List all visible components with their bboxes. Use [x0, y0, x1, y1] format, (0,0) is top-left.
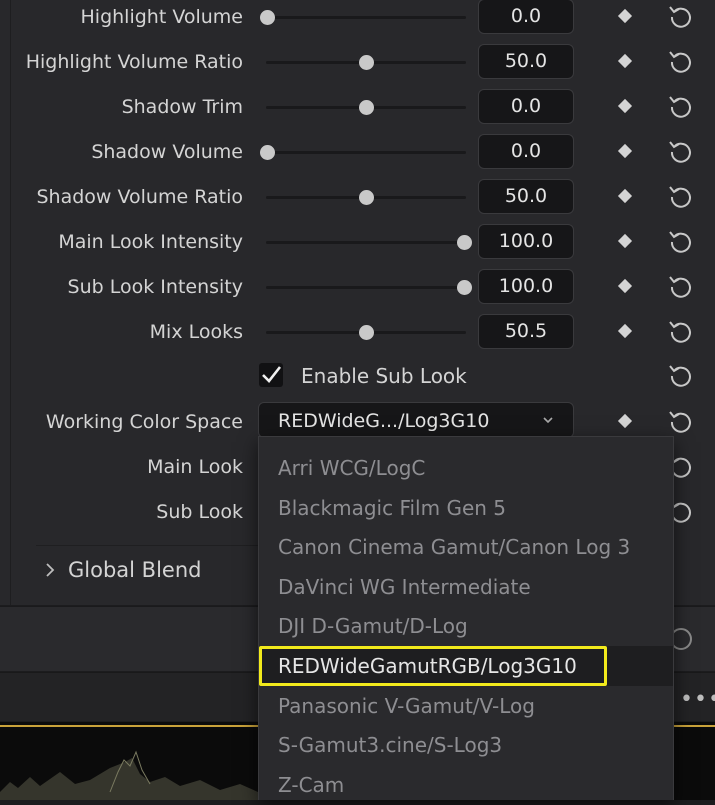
reset-icon[interactable]: [667, 48, 695, 76]
global-blend-section[interactable]: Global Blend: [36, 545, 276, 594]
param-slider[interactable]: [266, 55, 466, 70]
diamond-keyframe-icon[interactable]: [617, 8, 633, 24]
diamond-keyframe-icon[interactable]: [617, 53, 633, 69]
param-value-field[interactable]: 100.0: [478, 269, 574, 304]
slider-knob[interactable]: [260, 10, 275, 25]
param-row: Shadow Trim 0.0: [0, 85, 715, 129]
dropdown-option[interactable]: Blackmagic Film Gen 5: [259, 488, 673, 528]
reset-icon[interactable]: [667, 362, 695, 390]
param-label: Highlight Volume: [80, 6, 243, 28]
app-window: Highlight Volume 0.0 Highlight Volume Rati…: [0, 0, 715, 800]
param-slider[interactable]: [266, 280, 472, 295]
reset-icon[interactable]: [667, 228, 695, 256]
slider-knob[interactable]: [358, 325, 374, 340]
chevron-right-icon: [46, 563, 55, 577]
sub-look-label: Sub Look: [156, 501, 243, 523]
more-dots-icon[interactable]: •••: [680, 689, 715, 711]
main-look-label: Main Look: [147, 456, 243, 478]
diamond-keyframe-icon[interactable]: [617, 188, 633, 204]
param-row: Main Look Intensity 100.0: [0, 220, 715, 264]
reset-icon[interactable]: [667, 318, 695, 346]
param-label: Highlight Volume Ratio: [25, 51, 243, 73]
global-blend-label: Global Blend: [68, 558, 202, 582]
slider-knob[interactable]: [260, 145, 275, 160]
param-label: Sub Look Intensity: [67, 276, 243, 298]
working-color-space-value: REDWideG.../Log3G10: [278, 410, 490, 432]
param-label: Main Look Intensity: [58, 231, 243, 253]
param-label: Shadow Trim: [121, 96, 243, 118]
slider-knob[interactable]: [457, 235, 472, 250]
working-color-space-label: Working Color Space: [45, 411, 243, 433]
param-value-field[interactable]: 100.0: [478, 224, 574, 259]
dropdown-option[interactable]: Arri WCG/LogC: [259, 448, 673, 488]
reset-icon[interactable]: [667, 3, 695, 31]
param-row: Shadow Volume Ratio 50.0: [0, 175, 715, 219]
dropdown-option-label: Arri WCG/LogC: [278, 456, 426, 480]
dropdown-option-label: Canon Cinema Gamut/Canon Log 3: [278, 535, 631, 560]
working-color-space-select[interactable]: REDWideG.../Log3G10: [258, 402, 574, 438]
dropdown-option-label: DaVinci WG Intermediate: [278, 574, 531, 599]
diamond-keyframe-icon[interactable]: [617, 233, 633, 249]
dropdown-option[interactable]: Panasonic V-Gamut/V-Log: [259, 686, 673, 726]
param-label: Mix Looks: [149, 321, 243, 343]
dropdown-option-label: Z-Cam: [278, 772, 345, 797]
selection-highlight-box: [259, 646, 607, 686]
param-value-field[interactable]: 0.0: [478, 89, 574, 124]
dropdown-option-label: S-Gamut3.cine/S-Log3: [278, 733, 503, 758]
param-label: Shadow Volume: [91, 141, 243, 163]
reset-icon[interactable]: [667, 408, 695, 436]
enable-sub-look-label: Enable Sub Look: [301, 364, 467, 388]
diamond-keyframe-icon[interactable]: [617, 278, 633, 294]
dropdown-option[interactable]: REDWideGamutRGB/Log3G10: [259, 646, 673, 686]
color-space-dropdown: Arri WCG/LogC Blackmagic Film Gen 5 Canon …: [258, 436, 674, 800]
param-slider[interactable]: [260, 10, 466, 25]
param-slider[interactable]: [266, 190, 466, 205]
slider-knob[interactable]: [358, 100, 374, 115]
param-value-field[interactable]: 50.0: [478, 44, 574, 79]
param-row: Sub Look Intensity 100.0: [0, 265, 715, 309]
diamond-keyframe-icon[interactable]: [617, 98, 633, 114]
param-row: Shadow Volume 0.0: [0, 130, 715, 174]
param-slider[interactable]: [266, 325, 466, 340]
dropdown-option-label: Blackmagic Film Gen 5: [278, 495, 507, 520]
dropdown-option[interactable]: S-Gamut3.cine/S-Log3: [259, 725, 673, 765]
reset-icon[interactable]: [667, 93, 695, 121]
checkmark-icon: [262, 366, 282, 383]
slider-knob[interactable]: [358, 55, 374, 70]
param-value-field[interactable]: 0.0: [478, 0, 574, 34]
dropdown-option[interactable]: DaVinci WG Intermediate: [259, 567, 673, 607]
param-slider[interactable]: [266, 235, 472, 250]
param-row: Highlight Volume 0.0: [0, 0, 715, 39]
enable-sub-look-row: Enable Sub Look: [0, 354, 715, 398]
dropdown-option[interactable]: DJI D-Gamut/D-Log: [259, 606, 673, 646]
param-value-field[interactable]: 0.0: [478, 134, 574, 169]
slider-knob[interactable]: [457, 280, 472, 295]
reset-icon[interactable]: [667, 183, 695, 211]
slider-knob[interactable]: [358, 190, 374, 205]
chevron-down-icon: [543, 417, 553, 424]
param-value-field[interactable]: 50.5: [478, 314, 574, 349]
dropdown-option[interactable]: Canon Cinema Gamut/Canon Log 3: [259, 527, 673, 567]
diamond-keyframe-icon[interactable]: [617, 413, 633, 429]
param-value-field[interactable]: 50.0: [478, 179, 574, 214]
reset-icon[interactable]: [667, 138, 695, 166]
param-slider[interactable]: [260, 145, 466, 160]
enable-sub-look-checkbox[interactable]: [259, 363, 283, 387]
diamond-keyframe-icon[interactable]: [617, 323, 633, 339]
dropdown-option[interactable]: Z-Cam: [259, 765, 673, 805]
param-slider[interactable]: [266, 100, 466, 115]
param-row: Mix Looks 50.5: [0, 310, 715, 354]
param-label: Shadow Volume Ratio: [36, 186, 244, 208]
dropdown-option-label: Panasonic V-Gamut/V-Log: [278, 693, 535, 718]
dropdown-option-label: DJI D-Gamut/D-Log: [278, 614, 468, 639]
reset-icon[interactable]: [667, 273, 695, 301]
diamond-keyframe-icon[interactable]: [617, 143, 633, 159]
param-row: Highlight Volume Ratio 50.0: [0, 40, 715, 84]
